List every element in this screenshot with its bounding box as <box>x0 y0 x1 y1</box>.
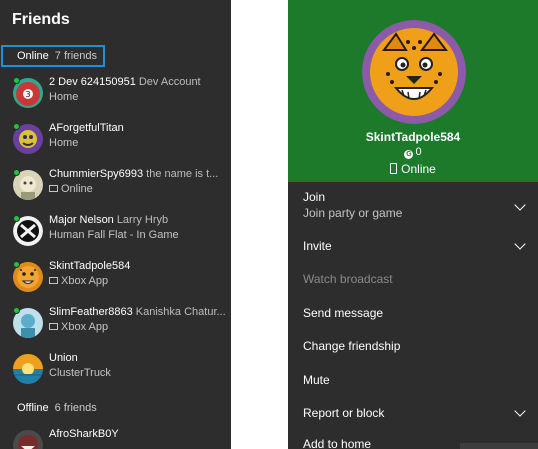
gamerscore-icon: G <box>404 150 414 159</box>
profile-status: Online <box>288 162 538 176</box>
invite-label: Invite <box>303 239 332 253</box>
friend-row[interactable]: AForgetfulTitan Home <box>0 118 231 164</box>
join-sublabel: Join party or game <box>303 206 403 220</box>
profile-header: SkintTadpole584 G0 Online <box>288 0 538 182</box>
friend-row[interactable]: Union ClusterTruck <box>0 348 231 394</box>
friend-status: ClusterTruck <box>49 367 111 379</box>
online-indicator <box>13 123 20 130</box>
friend-gamertag: SkintTadpole584 <box>49 260 131 272</box>
friend-status: Home <box>49 91 79 103</box>
join-menu-item[interactable]: Join Join party or game <box>288 182 538 228</box>
friend-row[interactable]: Major Nelson Larry Hryb Human Fall Flat -… <box>0 210 231 256</box>
cheetah-avatar-large <box>362 20 466 124</box>
svg-text:3: 3 <box>25 90 30 99</box>
pc-icon <box>49 323 58 330</box>
gamerscore: G0 <box>288 146 538 159</box>
friend-status: Online <box>61 183 93 195</box>
online-section-header[interactable]: Online 7 friends <box>1 45 105 67</box>
invite-menu-item[interactable]: Invite <box>288 230 538 262</box>
profile-panel: SkintTadpole584 G0 Online Join Join part… <box>288 0 538 449</box>
shark-avatar <box>13 430 43 449</box>
online-label: Online <box>17 50 49 62</box>
friend-row[interactable]: SlimFeather8863 Kanishka Chatur... Xbox A… <box>0 302 231 348</box>
offline-section-header[interactable]: Offline 6 friends <box>17 402 97 414</box>
friend-status: Human Fall Flat - In Game <box>49 229 179 241</box>
change-friendship-menu-item[interactable]: Change friendship <box>288 331 538 363</box>
friend-row[interactable]: SkintTadpole584 Xbox App <box>0 256 231 302</box>
friends-title: Friends <box>12 11 70 28</box>
friend-gamertag: Major Nelson <box>49 214 114 226</box>
online-indicator <box>13 215 20 222</box>
friend-status: Xbox App <box>61 321 109 333</box>
send-message-label: Send message <box>303 306 384 320</box>
profile-gamertag: SkintTadpole584 <box>365 130 461 144</box>
friend-row[interactable]: ChummierSpy6993 the name is t... Online <box>0 164 231 210</box>
online-indicator <box>13 307 20 314</box>
chevron-down-icon <box>514 405 526 417</box>
phone-icon <box>390 163 398 174</box>
add-to-home-label: Add to home <box>303 437 372 449</box>
online-indicator <box>13 261 20 268</box>
friends-panel: Friends Online 7 friends 3 2 Dev 62415095… <box>0 0 231 449</box>
offline-count: 6 friends <box>54 402 97 414</box>
friend-gamertag: AForgetfulTitan <box>49 122 124 134</box>
report-or-block-label: Report or block <box>303 406 385 420</box>
watch-broadcast-label: Watch broadcast <box>303 272 393 286</box>
online-indicator <box>13 77 20 84</box>
friend-real-name: Dev Account <box>138 76 201 88</box>
friend-real-name: Kanishka Chatur... <box>135 306 226 318</box>
pc-icon <box>49 185 58 192</box>
sunset-avatar <box>13 354 43 384</box>
gamerscore-value: 0 <box>415 146 422 158</box>
pc-icon <box>49 277 58 284</box>
friend-gamertag: Union <box>49 352 78 364</box>
chevron-down-icon <box>514 199 526 211</box>
friend-gamertag: 2 Dev 624150951 <box>49 76 136 88</box>
friend-gamertag: ChummierSpy6993 <box>49 168 144 180</box>
friend-status: Xbox App <box>61 275 109 287</box>
friend-real-name: the name is t... <box>146 168 219 180</box>
mute-label: Mute <box>303 373 330 387</box>
friend-row[interactable]: 3 2 Dev 624150951 Dev Account Home <box>0 72 231 118</box>
profile-status-text: Online <box>401 162 436 176</box>
friend-row[interactable]: AfroSharkB0Y <box>0 424 231 449</box>
offline-label: Offline <box>17 402 49 414</box>
mute-menu-item[interactable]: Mute <box>288 364 538 396</box>
scroll-region-edge <box>460 443 538 449</box>
friend-real-name: Larry Hryb <box>116 214 169 226</box>
report-or-block-menu-item[interactable]: Report or block <box>288 398 538 430</box>
watch-broadcast-menu-item: Watch broadcast <box>288 264 538 296</box>
friend-gamertag: SlimFeather8863 <box>49 306 133 318</box>
change-friendship-label: Change friendship <box>303 339 401 353</box>
join-label: Join <box>303 190 326 204</box>
online-indicator <box>13 169 20 176</box>
chevron-down-icon <box>514 238 526 250</box>
online-count: 7 friends <box>54 50 97 62</box>
friend-status: Home <box>49 137 79 149</box>
send-message-menu-item[interactable]: Send message <box>288 297 538 329</box>
friend-gamertag: AfroSharkB0Y <box>49 428 119 440</box>
